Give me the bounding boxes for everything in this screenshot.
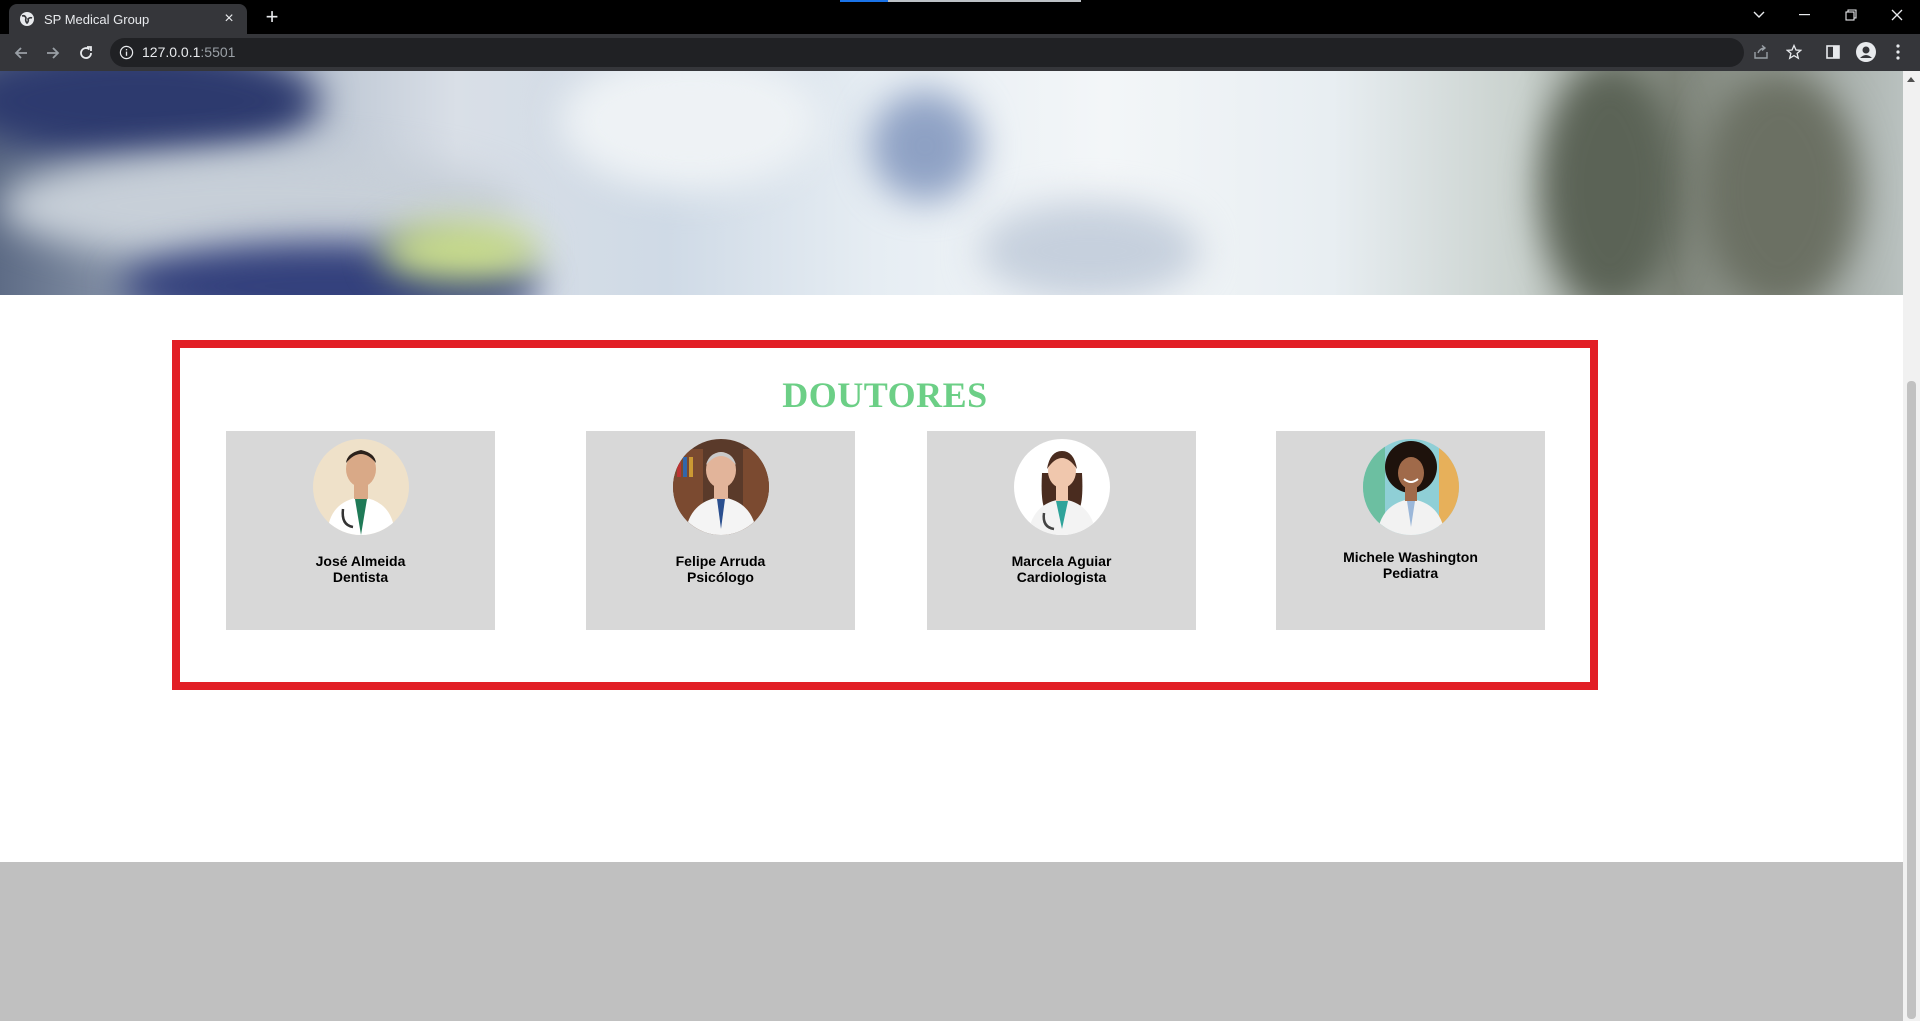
url-text: 127.0.0.1:5501 [142,44,235,60]
page-footer [0,862,1903,1021]
doctor-name: Michele Washington [1343,549,1478,565]
doctor-photo [1362,439,1459,535]
scrollbar-thumb[interactable] [1907,381,1916,1019]
close-window-icon[interactable] [1874,0,1920,30]
forward-icon[interactable] [41,41,65,65]
site-info-icon[interactable] [119,45,134,60]
doctor-photo [312,439,409,535]
doctor-card[interactable]: Marcela Aguiar Cardiologista [927,431,1196,630]
doctor-card[interactable]: José Almeida Dentista [226,431,495,630]
address-bar[interactable]: 127.0.0.1:5501 [110,38,1744,67]
page-scrollbar[interactable] [1903,71,1920,1021]
doctor-specialty: Pediatra [1382,565,1439,581]
doctor-card[interactable]: Felipe Arruda Psicólogo [586,431,855,630]
bookmark-star-icon[interactable] [1784,42,1804,62]
profile-avatar-icon[interactable] [1856,42,1876,62]
doctor-specialty: Psicólogo [687,569,754,585]
doctor-name: José Almeida [315,553,406,569]
tab-loading-track [888,0,1081,2]
close-icon[interactable]: × [221,10,237,28]
hero-banner-image [0,71,1903,295]
reload-icon[interactable] [74,41,98,65]
doctor-name: Marcela Aguiar [1011,553,1112,569]
doctor-card[interactable]: Michele Washington Pediatra [1276,431,1545,630]
url-port: :5501 [200,44,236,60]
browser-tabstrip: SP Medical Group × + [0,0,1920,34]
restore-icon[interactable] [1828,0,1874,30]
browser-tab[interactable]: SP Medical Group × [9,4,247,34]
menu-kebab-icon[interactable] [1888,42,1908,62]
share-icon[interactable] [1751,42,1771,62]
back-icon[interactable] [9,41,33,65]
page-viewport: DOUTORES José Almeida Dentista Felipe Ar… [0,71,1903,1021]
doctors-section: DOUTORES José Almeida Dentista Felipe Ar… [172,340,1598,690]
url-host: 127.0.0.1 [142,44,201,60]
side-panel-icon[interactable] [1823,42,1843,62]
doctor-specialty: Dentista [332,569,389,585]
globe-icon [20,12,34,26]
tab-loading-indicator [840,0,888,2]
doctor-photo [672,439,769,535]
section-title: DOUTORES [782,375,988,415]
doctor-photo [1013,439,1110,535]
doctor-name: Felipe Arruda [675,553,766,569]
new-tab-button[interactable]: + [260,5,284,29]
doctor-specialty: Cardiologista [1016,569,1107,585]
tab-search-icon[interactable] [1736,0,1782,30]
minimize-icon[interactable] [1782,0,1828,30]
browser-toolbar: 127.0.0.1:5501 [0,34,1920,71]
scroll-up-arrow-icon[interactable] [1907,77,1915,82]
tab-title: SP Medical Group [44,11,150,27]
